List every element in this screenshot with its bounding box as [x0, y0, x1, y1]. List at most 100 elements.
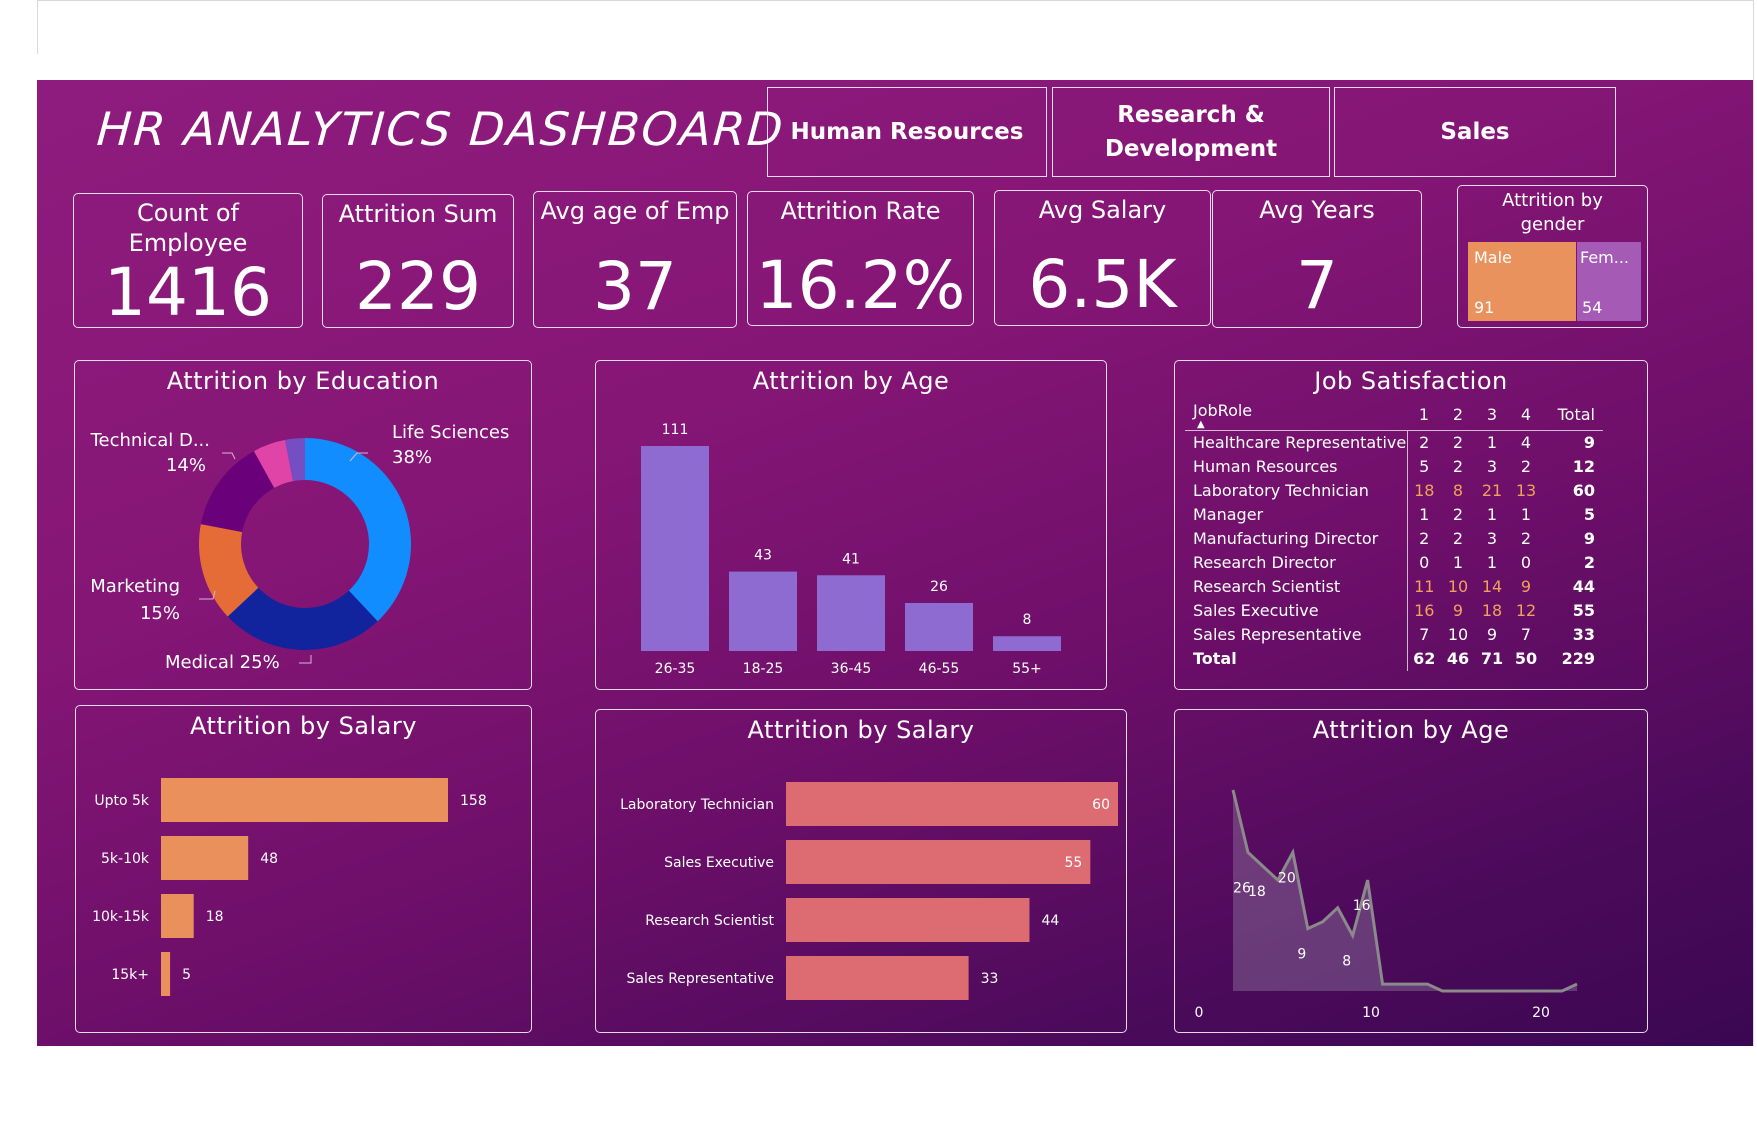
salary-role-value: 55 — [1065, 855, 1083, 871]
table-row[interactable]: Manufacturing Director 2 2 3 2 9 — [1185, 526, 1603, 551]
table-row[interactable]: Laboratory Technician 18 8 21 13 60 — [1185, 478, 1603, 503]
cell-value: 0 — [1419, 553, 1430, 572]
age-area-label: 16 — [1353, 898, 1371, 914]
cell-value: 3 — [1486, 457, 1498, 476]
cell-total: 229 — [1561, 649, 1595, 668]
cell-value: 10 — [1447, 577, 1469, 596]
age-bar-chart: 111 26-35 43 18-25 41 36-45 26 46-55 8 55+ — [641, 422, 1061, 677]
cell-value: 9 — [1520, 577, 1532, 596]
age-bar[interactable] — [993, 636, 1061, 651]
slicer-label: Human Resources — [790, 119, 1024, 145]
total-row[interactable]: Total 62 46 71 50 229 — [1185, 646, 1603, 671]
cell-jobrole: Research Scientist — [1185, 574, 1408, 599]
kpi-card-avg-age: Avg age of Emp 37 — [533, 191, 737, 328]
age-bar[interactable] — [641, 446, 709, 651]
salary-band-value: 48 — [260, 851, 278, 867]
table-row[interactable]: Human Resources 5 2 3 2 12 — [1185, 454, 1603, 479]
table-row[interactable]: Research Scientist 11 10 14 9 44 — [1185, 574, 1603, 599]
age-bar[interactable] — [905, 602, 973, 651]
cell-value: 9 — [1452, 601, 1464, 620]
salary-band-category: Upto 5k — [94, 793, 150, 809]
cell-value: 18 — [1414, 481, 1435, 500]
salary-band-bar[interactable] — [161, 778, 448, 822]
salary-role-bar[interactable] — [786, 840, 1091, 884]
column-header-4[interactable]: 4 — [1509, 399, 1543, 431]
salary-role-bar[interactable] — [786, 956, 969, 1000]
cell-value: 1 — [1520, 505, 1532, 524]
edu-label-life: Life Sciences — [392, 422, 509, 443]
gender-female-tile[interactable]: Fem... 54 — [1577, 242, 1641, 321]
cell-value: 1 — [1452, 553, 1464, 572]
job-satisfaction-panel: Job Satisfaction JobRole ▲ 1 2 3 4 Total… — [1174, 360, 1648, 690]
column-header-1[interactable]: 1 — [1407, 399, 1441, 431]
age-bar[interactable] — [729, 571, 797, 651]
cell-value: 2 — [1452, 457, 1464, 476]
column-header-jobrole[interactable]: JobRole ▲ — [1185, 399, 1407, 431]
cell-value: 0 — [1520, 553, 1532, 572]
window-right-border — [1753, 0, 1754, 1046]
salary-band-bar[interactable] — [161, 952, 171, 996]
edu-label-tech: Technical D... — [90, 430, 210, 451]
cell-total: 55 — [1572, 601, 1595, 620]
slicer-sales[interactable]: Sales — [1334, 87, 1616, 177]
cell-value: 50 — [1514, 649, 1538, 668]
edu-label-medical: Medical 25% — [165, 652, 280, 673]
age-area-label: 9 — [1297, 947, 1306, 963]
age-bar-category: 46-55 — [919, 661, 960, 677]
cell-total: 9 — [1583, 433, 1595, 453]
slicer-label: Sales — [1440, 119, 1510, 145]
cell-value: 2 — [1452, 505, 1464, 524]
cell-value: 5 — [1419, 457, 1430, 476]
age-bar-value: 8 — [1023, 612, 1032, 628]
cell-value: 7 — [1419, 625, 1430, 644]
kpi-label: Attrition Rate — [780, 197, 941, 225]
kpi-value: 229 — [355, 248, 481, 325]
salary-band-value: 158 — [460, 793, 487, 809]
salary-band-bar[interactable] — [161, 894, 194, 938]
salary-band-category: 15k+ — [111, 967, 149, 983]
gender-male-value: 91 — [1474, 298, 1495, 317]
age-area-label: 8 — [1342, 954, 1351, 970]
salary-band-bar[interactable] — [161, 836, 249, 880]
salary-role-value: 33 — [981, 971, 999, 987]
sort-ascending-icon[interactable]: ▲ — [1197, 420, 1407, 430]
dashboard-canvas: HR ANALYTICS DASHBOARD Human Resources R… — [37, 80, 1753, 1046]
kpi-card-count-employee: Count of Employee 1416 — [73, 193, 303, 331]
column-header-3[interactable]: 3 — [1475, 399, 1509, 431]
salary-band-value: 18 — [206, 909, 224, 925]
cell-jobrole: Healthcare Representative — [1185, 430, 1408, 455]
age-area-label: 20 — [1278, 870, 1296, 886]
cell-total: 60 — [1572, 481, 1595, 500]
column-header-2[interactable]: 2 — [1441, 399, 1475, 431]
salary-role-category: Sales Executive — [664, 855, 774, 871]
age-area-chart: 2618209 8160 10 20 — [1195, 789, 1578, 1021]
cell-value: 8 — [1452, 481, 1464, 500]
age-bar-category: 55+ — [1012, 661, 1042, 677]
column-header-total[interactable]: Total — [1543, 399, 1603, 431]
age-bar-panel: Attrition by Age 111 26-35 43 18-25 41 36-45 2… — [595, 360, 1107, 690]
window-top-border — [37, 0, 1753, 1]
cell-value: 2 — [1452, 433, 1464, 453]
cell-value: 11 — [1414, 577, 1435, 596]
salary-role-bar[interactable] — [786, 782, 1118, 826]
salary-role-bar[interactable] — [786, 898, 1030, 942]
kpi-card-avg-years: Avg Years 7 — [1212, 190, 1422, 328]
table-row[interactable]: Research Director 0 1 1 0 2 — [1185, 550, 1603, 575]
age-bar[interactable] — [817, 575, 885, 651]
cell-value: 2 — [1520, 529, 1532, 548]
cell-value: 1 — [1486, 433, 1498, 453]
cell-jobrole: Sales Representative — [1185, 622, 1408, 647]
cell-value: 3 — [1486, 529, 1498, 548]
table-row[interactable]: Healthcare Representative 2 2 1 4 9 — [1185, 430, 1603, 455]
gender-male-tile[interactable]: Male 91 — [1468, 242, 1576, 321]
table-row[interactable]: Manager 1 2 1 1 5 — [1185, 502, 1603, 527]
gender-female-label: Fem... — [1580, 248, 1630, 267]
table-row[interactable]: Sales Executive 16 9 18 12 55 — [1185, 598, 1603, 623]
age-area-xtick: 20 — [1532, 1005, 1550, 1021]
kpi-card-avg-salary: Avg Salary 6.5K — [994, 190, 1211, 326]
cell-value: 9 — [1486, 625, 1498, 644]
table-row[interactable]: Sales Representative 7 10 9 7 33 — [1185, 622, 1603, 647]
salary-band-chart: Upto 5k 158 5k-10k 48 10k-15k 18 15k+ 5 — [92, 778, 487, 996]
slicer-human-resources[interactable]: Human Resources — [767, 87, 1047, 177]
slicer-research-development[interactable]: Research & Development — [1052, 87, 1330, 177]
